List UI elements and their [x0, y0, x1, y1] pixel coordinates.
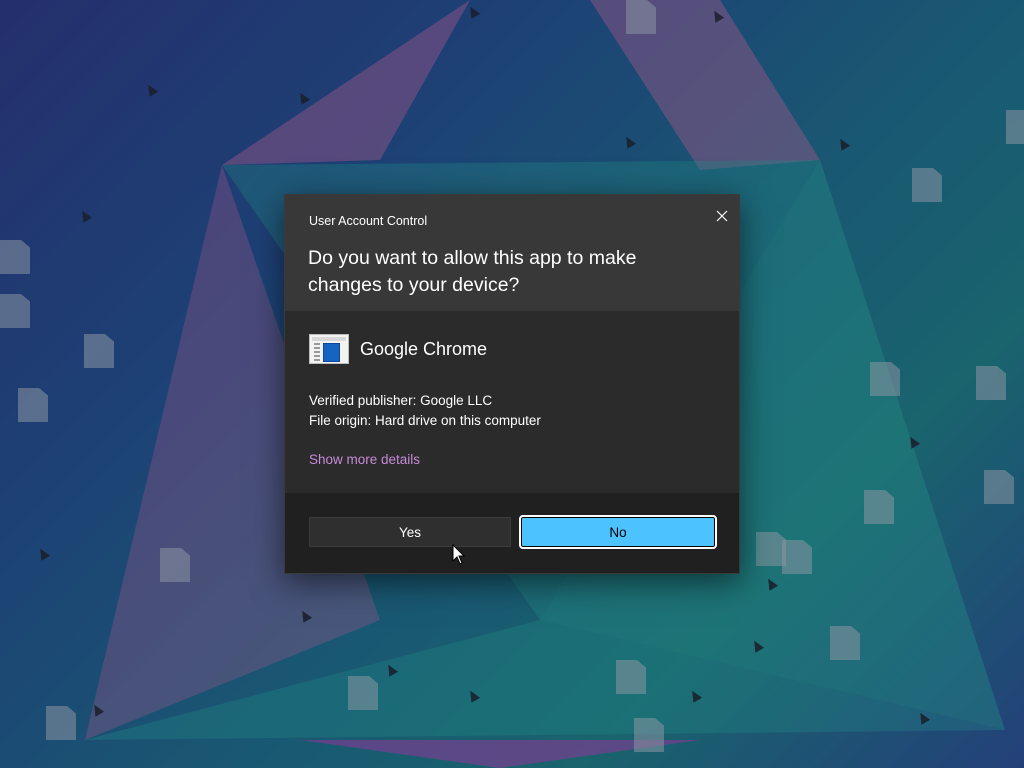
show-more-details-link[interactable]: Show more details [309, 452, 420, 467]
desktop-file-icon[interactable] [984, 470, 1014, 504]
app-name: Google Chrome [360, 338, 488, 359]
desktop-file-icon[interactable] [864, 490, 894, 524]
desktop-file-icon[interactable] [830, 626, 860, 660]
dialog-footer: Yes No [285, 493, 739, 573]
desktop-file-icon[interactable] [348, 676, 378, 710]
application-icon [309, 334, 349, 364]
desktop-file-icon[interactable] [84, 334, 114, 368]
desktop-file-icon[interactable] [912, 168, 942, 202]
verified-publisher: Verified publisher: Google LLC [309, 393, 493, 408]
desktop-file-icon[interactable] [160, 548, 190, 582]
publisher-info: Verified publisher: Google LLC File orig… [309, 391, 541, 430]
no-button[interactable]: No [519, 515, 717, 549]
desktop-file-icon[interactable] [0, 240, 30, 274]
desktop-file-icon[interactable] [1006, 110, 1024, 144]
app-row: Google Chrome [309, 333, 487, 365]
close-icon [716, 210, 728, 222]
desktop-file-icon[interactable] [0, 294, 30, 328]
uac-dialog: User Account Control Do you want to allo… [284, 194, 740, 574]
dialog-caption: User Account Control [309, 214, 428, 228]
desktop-file-icon[interactable] [756, 532, 786, 566]
dialog-question: Do you want to allow this app to make ch… [308, 247, 637, 296]
desktop-file-icon[interactable] [626, 0, 656, 34]
mouse-pointer-icon [452, 544, 466, 565]
desktop-file-icon[interactable] [46, 706, 76, 740]
desktop-file-icon[interactable] [634, 718, 664, 752]
dialog-header: User Account Control Do you want to allo… [285, 195, 739, 311]
desktop-file-icon[interactable] [870, 362, 900, 396]
close-button[interactable] [707, 201, 737, 231]
file-origin: File origin: Hard drive on this computer [309, 412, 541, 428]
desktop-file-icon[interactable] [976, 366, 1006, 400]
yes-button[interactable]: Yes [309, 517, 511, 547]
desktop-file-icon[interactable] [18, 388, 48, 422]
desktop-file-icon[interactable] [616, 660, 646, 694]
desktop-file-icon[interactable] [782, 540, 812, 574]
